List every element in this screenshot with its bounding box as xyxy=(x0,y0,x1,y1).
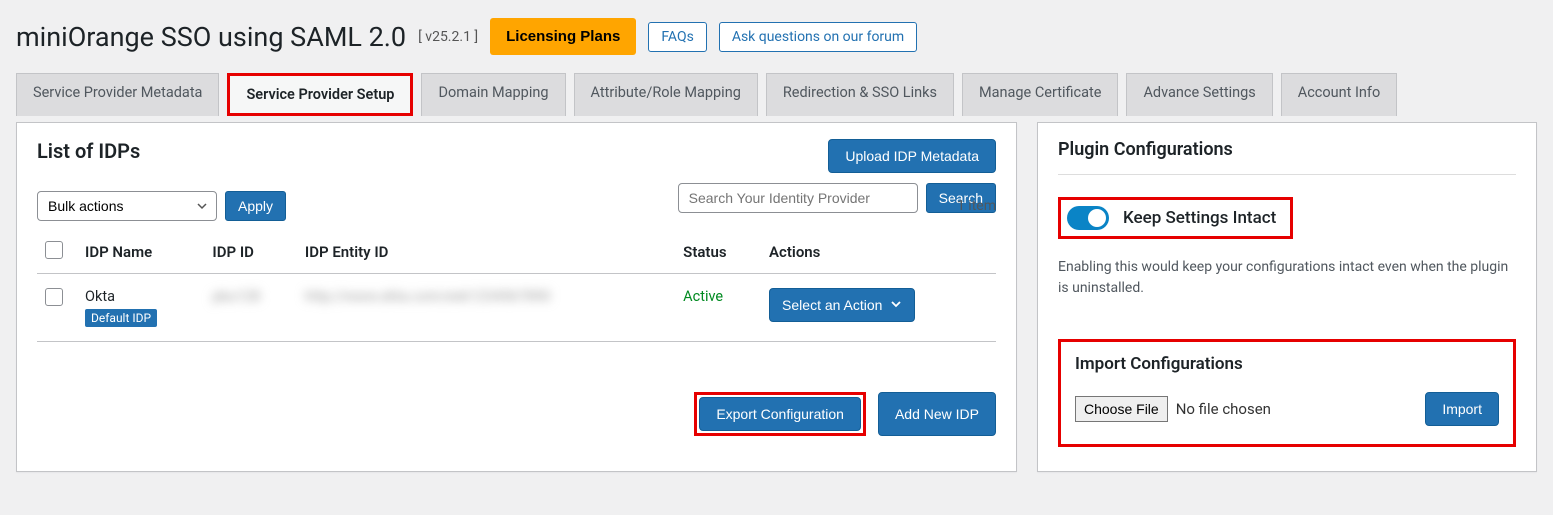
upload-idp-metadata-button[interactable]: Upload IDP Metadata xyxy=(828,139,996,173)
import-config-highlight: Import Configurations Choose File No fil… xyxy=(1058,339,1516,447)
col-idp-id: IDP ID xyxy=(204,231,296,274)
export-highlight: Export Configuration xyxy=(694,392,866,436)
version-label: [ v25.2.1 ] xyxy=(418,29,478,45)
col-actions: Actions xyxy=(761,231,996,274)
tab-account-info[interactable]: Account Info xyxy=(1281,73,1398,116)
select-all-checkbox[interactable] xyxy=(45,241,63,259)
col-status: Status xyxy=(675,231,761,274)
divider xyxy=(1058,174,1516,175)
import-config-title: Import Configurations xyxy=(1075,354,1499,374)
tab-domain-mapping[interactable]: Domain Mapping xyxy=(421,73,565,116)
plugin-config-title: Plugin Configurations xyxy=(1058,139,1516,160)
forum-link[interactable]: Ask questions on our forum xyxy=(719,22,917,52)
item-count: 1 item xyxy=(957,198,996,214)
choose-file-button[interactable]: Choose File xyxy=(1075,396,1168,422)
tab-advance-settings[interactable]: Advance Settings xyxy=(1126,73,1272,116)
idp-table: IDP Name IDP ID IDP Entity ID Status Act… xyxy=(37,231,996,342)
default-idp-badge: Default IDP xyxy=(85,309,157,327)
import-button[interactable]: Import xyxy=(1425,392,1499,426)
bulk-actions-select[interactable]: Bulk actions xyxy=(37,191,217,221)
keep-settings-toggle[interactable] xyxy=(1067,206,1109,230)
no-file-label: No file chosen xyxy=(1176,400,1271,418)
faqs-link[interactable]: FAQs xyxy=(648,22,707,52)
tab-bar: Service Provider Metadata Service Provid… xyxy=(16,73,1537,116)
idp-list-panel: List of IDPs Upload IDP Metadata Search … xyxy=(16,122,1017,472)
export-configuration-button[interactable]: Export Configuration xyxy=(699,397,861,431)
status-cell: Active xyxy=(683,288,723,305)
row-checkbox[interactable] xyxy=(45,288,63,306)
idp-id-cell: pku128 xyxy=(212,288,260,305)
keep-settings-label: Keep Settings Intact xyxy=(1123,208,1276,228)
tab-manage-certificate[interactable]: Manage Certificate xyxy=(962,73,1118,116)
idp-entity-cell: http://www.okta.com/exk1234567890 xyxy=(305,288,551,305)
list-title: List of IDPs xyxy=(37,139,140,163)
plugin-config-panel: Plugin Configurations Keep Settings Inta… xyxy=(1037,122,1537,472)
chevron-down-icon xyxy=(890,297,902,313)
table-row: Okta Default IDP pku128 http://www.okta.… xyxy=(37,274,996,342)
page-header: miniOrange SSO using SAML 2.0 [ v25.2.1 … xyxy=(12,12,1541,73)
keep-settings-description: Enabling this would keep your configurat… xyxy=(1058,257,1516,299)
select-action-dropdown[interactable]: Select an Action xyxy=(769,288,915,322)
tab-service-provider-metadata[interactable]: Service Provider Metadata xyxy=(16,73,219,116)
licensing-plans-button[interactable]: Licensing Plans xyxy=(490,18,636,55)
idp-name-cell: Okta xyxy=(85,288,196,305)
add-new-idp-button[interactable]: Add New IDP xyxy=(878,392,996,436)
apply-bulk-button[interactable]: Apply xyxy=(225,191,286,221)
tab-service-provider-setup[interactable]: Service Provider Setup xyxy=(227,73,413,116)
col-idp-name: IDP Name xyxy=(77,231,204,274)
search-idp-input[interactable] xyxy=(678,183,918,213)
action-label: Select an Action xyxy=(782,297,882,313)
page-title: miniOrange SSO using SAML 2.0 xyxy=(16,21,406,53)
col-idp-entity: IDP Entity ID xyxy=(297,231,675,274)
keep-settings-highlight: Keep Settings Intact xyxy=(1058,197,1293,239)
tab-attribute-role-mapping[interactable]: Attribute/Role Mapping xyxy=(574,73,758,116)
tab-redirection-sso-links[interactable]: Redirection & SSO Links xyxy=(766,73,954,116)
